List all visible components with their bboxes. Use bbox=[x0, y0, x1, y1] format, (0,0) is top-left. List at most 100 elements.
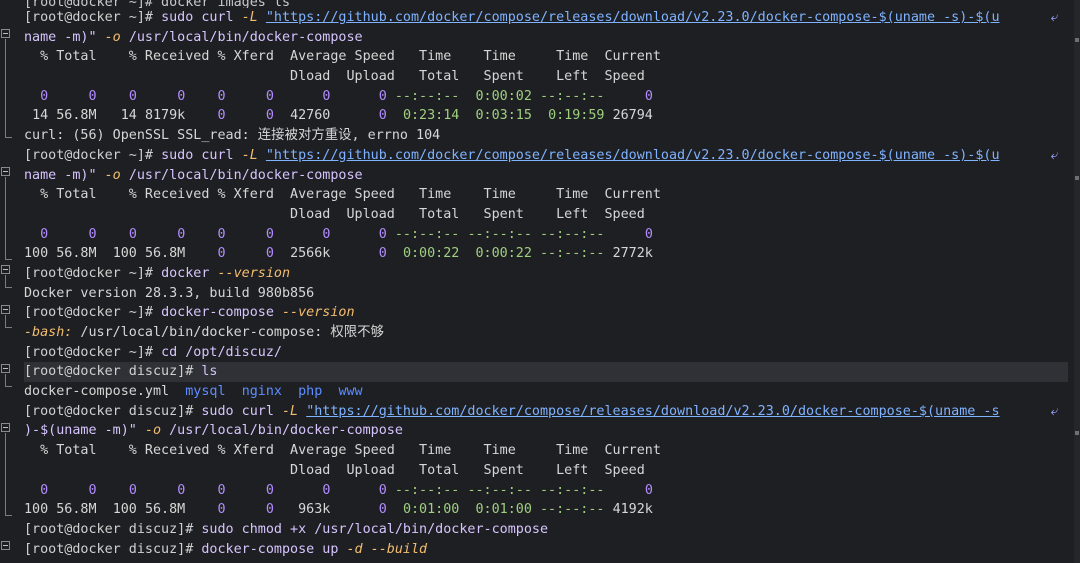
fold-toggle-icon[interactable] bbox=[1, 541, 10, 550]
terminal-line[interactable]: [root@docker ~]# sudo curl -L "https://g… bbox=[24, 146, 1068, 166]
progress-row: 100 56.8M 100 56.8M 0 0 963k 0 0:01:00 0… bbox=[24, 502, 653, 518]
url-link[interactable]: "https://github.com/docker/compose/relea… bbox=[266, 148, 1000, 163]
shell-prompt: [root@docker ~]# bbox=[24, 265, 162, 281]
progress-row: 100 56.8M 100 56.8M 0 0 2566k 0 0:00:22 … bbox=[24, 246, 653, 262]
output-text: Docker version 28.3.3, build 980b856 bbox=[24, 285, 315, 301]
command-option: -o bbox=[144, 423, 170, 439]
fold-toggle-icon[interactable] bbox=[1, 423, 10, 432]
shell-prompt: [root@docker ~]# bbox=[24, 344, 162, 360]
terminal-line[interactable]: docker-compose.yml mysql nginx php www bbox=[24, 382, 1068, 402]
directory-name[interactable]: mysql bbox=[185, 384, 225, 399]
command-text: docker bbox=[161, 265, 218, 281]
shell-prompt: [root@docker discuz]# bbox=[24, 541, 202, 557]
command-text: docker-compose bbox=[161, 305, 282, 321]
command-text: name -m)" bbox=[24, 167, 105, 183]
terminal-line[interactable]: Dload Upload Total Spent Left Speed bbox=[24, 67, 1068, 87]
fold-bracket-icon bbox=[5, 315, 12, 328]
terminal-line[interactable]: [root@docker ~]# cd /opt/discuz/ bbox=[24, 343, 1068, 363]
fold-gutter bbox=[0, 0, 20, 563]
terminal-line[interactable]: 0 0 0 0 0 0 0 0 --:--:-- --:--:-- --:--:… bbox=[24, 481, 1068, 501]
directory-name[interactable]: www bbox=[338, 384, 362, 399]
terminal-line[interactable]: % Total % Received % Xferd Average Speed… bbox=[24, 441, 1068, 461]
terminal-line[interactable]: 0 0 0 0 0 0 0 0 --:--:-- 0:00:02 --:--:-… bbox=[24, 87, 1068, 107]
terminal-line[interactable]: 100 56.8M 100 56.8M 0 0 2566k 0 0:00:22 … bbox=[24, 244, 1068, 264]
command-option: -L bbox=[282, 403, 307, 419]
shell-prompt: [root@docker discuz]# bbox=[24, 403, 202, 419]
command-text: sudo curl bbox=[161, 10, 242, 25]
terminal-line[interactable]: curl: (56) OpenSSL SSL_read: 连接被对方重设, er… bbox=[24, 126, 1068, 146]
progress-row: 0 0 0 0 0 0 0 0 --:--:-- --:--:-- --:--:… bbox=[40, 482, 653, 498]
output-text: Dload Upload Total Spent Left Speed bbox=[24, 206, 645, 222]
terminal-line[interactable]: [root@docker discuz]# ls bbox=[24, 362, 1068, 383]
fold-bracket-icon bbox=[5, 275, 12, 288]
terminal-line[interactable]: [root@docker ~]# docker --version bbox=[24, 264, 1068, 284]
fold-toggle-icon[interactable] bbox=[1, 29, 10, 38]
terminal-line[interactable]: -bash: /usr/local/bin/docker-compose: 权限… bbox=[24, 323, 1068, 343]
terminal-line[interactable]: % Total % Received % Xferd Average Speed… bbox=[24, 47, 1068, 67]
terminal-line[interactable]: [root@docker discuz]# docker-compose up … bbox=[24, 540, 1068, 560]
terminal-line[interactable]: [root@docker discuz]# sudo curl -L "http… bbox=[24, 402, 1068, 422]
terminal-line[interactable]: [root@docker ~]# sudo curl -L "https://g… bbox=[24, 8, 1068, 28]
fold-toggle-icon[interactable] bbox=[1, 167, 10, 176]
output-text: % Total % Received % Xferd Average Speed… bbox=[24, 187, 661, 203]
error-message: /usr/local/bin/docker-compose: 权限不够 bbox=[72, 325, 384, 340]
terminal-line[interactable]: )-$(uname -m)" -o /usr/local/bin/docker-… bbox=[24, 421, 1068, 441]
directory-name[interactable]: nginx bbox=[242, 384, 282, 399]
terminal-line[interactable]: 100 56.8M 100 56.8M 0 0 963k 0 0:01:00 0… bbox=[24, 500, 1068, 520]
command-option: -L bbox=[241, 10, 266, 25]
command-text: sudo curl bbox=[201, 403, 282, 419]
command-text: /usr/local/bin/docker-compose bbox=[128, 29, 363, 45]
terminal-line[interactable]: Docker version 28.3.3, build 980b856 bbox=[24, 284, 1068, 304]
output-text: curl: (56) OpenSSL SSL_read: 连接被对方重设, er… bbox=[24, 128, 441, 144]
command-text: docker-compose up bbox=[201, 541, 347, 557]
command-text: sudo curl bbox=[161, 147, 242, 163]
terminal-line[interactable]: % Total % Received % Xferd Average Speed… bbox=[24, 185, 1068, 205]
output-text: % Total % Received % Xferd Average Speed… bbox=[24, 443, 661, 459]
cropped-line: [root@docker ~]# docker images ls bbox=[24, 0, 291, 8]
shell-prompt: [root@docker discuz]# bbox=[24, 364, 202, 380]
shell-prompt: [root@docker ~]# bbox=[24, 10, 162, 25]
shell-prompt: [root@docker ~]# bbox=[24, 305, 162, 321]
terminal-line[interactable]: name -m)" -o /usr/local/bin/docker-compo… bbox=[24, 166, 1068, 186]
scroll-marker bbox=[1075, 38, 1079, 42]
terminal-output[interactable]: [root@docker ~]# docker images ls [root@d… bbox=[24, 0, 1068, 559]
line-wrap-icon: ⤶ bbox=[1050, 147, 1059, 163]
command-option: --version bbox=[217, 265, 291, 281]
terminal-line[interactable]: Dload Upload Total Spent Left Speed bbox=[24, 205, 1068, 225]
terminal-line[interactable]: [root@docker ~]# docker images ls bbox=[24, 0, 1068, 8]
url-link[interactable]: "https://github.com/docker/compose/relea… bbox=[266, 10, 1000, 25]
file-name[interactable]: docker-compose.yml bbox=[24, 384, 169, 399]
command-text: ls bbox=[201, 364, 218, 380]
line-wrap-icon: ⤶ bbox=[1050, 10, 1059, 25]
command-option: -d --build bbox=[346, 541, 428, 557]
scrollbar[interactable] bbox=[1074, 0, 1080, 563]
command-option: -o bbox=[104, 167, 129, 183]
fold-toggle-icon[interactable] bbox=[1, 305, 10, 314]
url-link[interactable]: "https://github.com/docker/compose/relea… bbox=[306, 404, 999, 419]
output-text: % Total % Received % Xferd Average Speed… bbox=[24, 49, 661, 65]
fold-toggle-icon[interactable] bbox=[1, 265, 10, 274]
shell-prompt: [root@docker ~]# bbox=[24, 147, 162, 163]
scroll-marker bbox=[1075, 176, 1079, 180]
directory-name[interactable]: php bbox=[298, 384, 322, 399]
terminal-line[interactable]: 14 56.8M 14 8179k 0 0 42760 0 0:23:14 0:… bbox=[24, 106, 1068, 126]
line-wrap-icon: ⤶ bbox=[1050, 403, 1059, 419]
fold-bracket-icon bbox=[5, 374, 12, 387]
terminal-window[interactable]: [root@docker ~]# docker images ls [root@d… bbox=[0, 0, 1080, 563]
terminal-line[interactable]: [root@docker discuz]# sudo chmod +x /usr… bbox=[24, 520, 1068, 540]
command-text: /usr/local/bin/docker-compose bbox=[169, 423, 403, 439]
fold-bracket-icon bbox=[5, 39, 12, 138]
fold-toggle-icon[interactable] bbox=[1, 364, 10, 373]
terminal-line[interactable]: 0 0 0 0 0 0 0 0 --:--:-- --:--:-- --:--:… bbox=[24, 225, 1068, 245]
scroll-marker bbox=[1075, 431, 1079, 435]
progress-row: 14 56.8M 14 8179k 0 0 42760 0 0:23:14 0:… bbox=[32, 108, 653, 124]
command-option: -o bbox=[104, 29, 129, 45]
output-text: Dload Upload Total Spent Left Speed bbox=[24, 69, 645, 85]
error-prefix: -bash: bbox=[24, 325, 73, 340]
terminal-line[interactable]: name -m)" -o /usr/local/bin/docker-compo… bbox=[24, 28, 1068, 48]
progress-row: 0 0 0 0 0 0 0 0 --:--:-- --:--:-- --:--:… bbox=[40, 226, 653, 242]
output-text: Dload Upload Total Spent Left Speed bbox=[24, 462, 645, 478]
terminal-line[interactable]: [root@docker ~]# docker-compose --versio… bbox=[24, 303, 1068, 323]
command-text: name -m)" bbox=[24, 29, 105, 45]
terminal-line[interactable]: Dload Upload Total Spent Left Speed bbox=[24, 461, 1068, 481]
